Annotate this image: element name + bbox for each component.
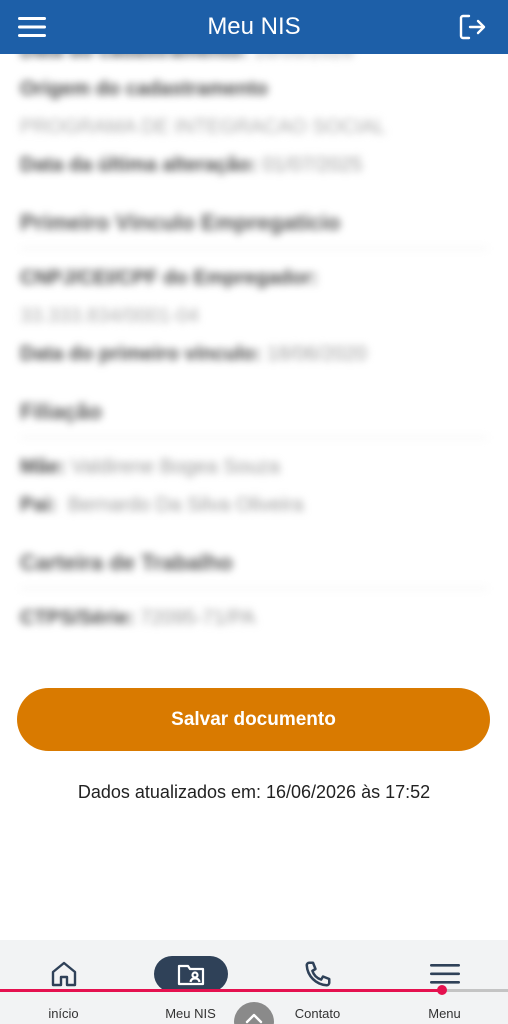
phone-icon-wrap bbox=[303, 956, 333, 992]
save-document-button[interactable]: Salvar documento bbox=[17, 688, 490, 751]
detail-row: Pai: Bernardo Da Silva Oliveira bbox=[20, 494, 304, 516]
detail-row: 33.333.834/0001-04 bbox=[20, 305, 200, 327]
hamburger-menu-button[interactable] bbox=[16, 11, 48, 43]
blurred-details: Data do cadastramento: 16/06/2026 Origem… bbox=[0, 54, 508, 637]
nav-item-meu-nis[interactable]: Meu NIS bbox=[127, 940, 254, 1024]
home-icon-wrap bbox=[50, 956, 78, 992]
phone-icon bbox=[305, 961, 330, 987]
menu-icon bbox=[429, 964, 460, 984]
progress-handle[interactable] bbox=[436, 985, 447, 995]
hamburger-icon bbox=[18, 17, 46, 37]
page-title: Meu NIS bbox=[207, 13, 301, 40]
app-header: Meu NIS bbox=[0, 0, 508, 54]
nav-item-inicio[interactable]: início bbox=[0, 940, 127, 1024]
detail-row: Mãe: Valdirene Bogea Souza bbox=[20, 456, 280, 478]
detail-row: Data da última alteração: 01/07/2025 bbox=[20, 154, 363, 176]
logout-icon bbox=[459, 14, 486, 40]
detail-row: Data do cadastramento: 16/06/2026 bbox=[20, 54, 488, 70]
detail-row: CNPJ/CEI/CPF do Empregador: bbox=[20, 267, 318, 289]
folder-user-icon-wrap bbox=[153, 956, 228, 992]
progress-fill bbox=[0, 989, 442, 992]
document-details: Data do cadastramento: 16/06/2026 Origem… bbox=[0, 54, 508, 940]
detail-row: CTPS/Série: 72095-71/PA bbox=[20, 607, 256, 629]
detail-row: PROGRAMA DE INTEGRACAO SOCIAL bbox=[20, 116, 386, 138]
nav-item-menu[interactable]: Menu bbox=[381, 940, 508, 1024]
nav-label: Meu NIS bbox=[165, 1006, 216, 1021]
chevron-up-icon bbox=[245, 1013, 263, 1024]
logout-button[interactable] bbox=[456, 11, 488, 43]
nav-label: início bbox=[48, 1006, 79, 1021]
nav-label: Menu bbox=[428, 1006, 461, 1021]
section-title: Carteira de Trabalho bbox=[20, 550, 488, 589]
detail-row: Origem do cadastramento bbox=[20, 78, 268, 100]
section-title: Primeiro Vínculo Empregatício bbox=[20, 210, 488, 249]
detail-row: Data do primeiro vínculo: 18/06/2020 bbox=[20, 343, 367, 365]
nav-label: Contato bbox=[294, 1006, 341, 1021]
folder-user-icon bbox=[177, 964, 204, 986]
section-title: Filiação bbox=[20, 399, 488, 438]
home-icon bbox=[51, 961, 76, 987]
nav-item-contato[interactable]: Contato bbox=[254, 940, 381, 1024]
progress-track bbox=[0, 989, 508, 992]
last-updated-text: Dados atualizados em: 16/06/2026 às 17:5… bbox=[77, 782, 431, 802]
